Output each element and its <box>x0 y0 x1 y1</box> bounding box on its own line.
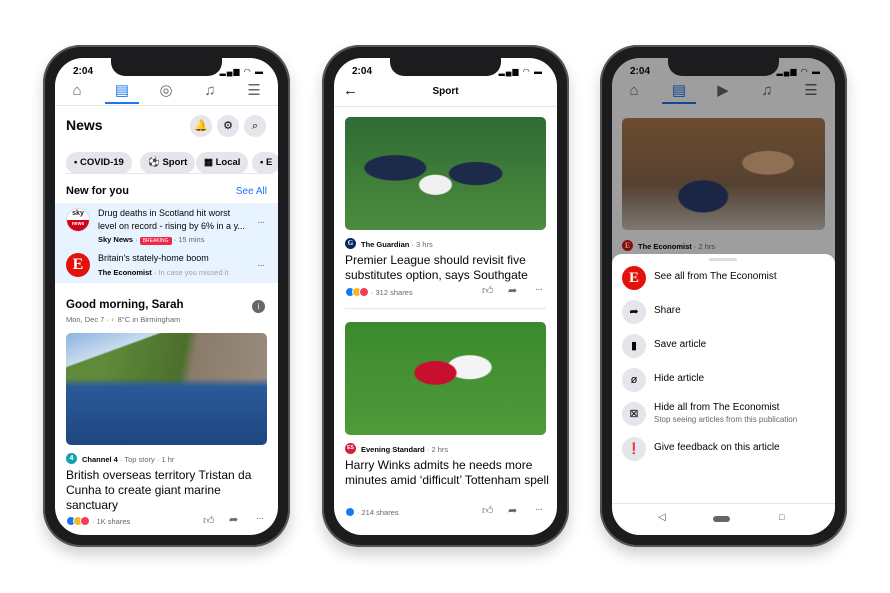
phone-sport: 2:04 ▂▄▆ ◠ ▬ ← Sport G The Guardian · 3 … <box>322 45 569 547</box>
more-icon[interactable]: ··· <box>535 504 543 515</box>
android-back-icon[interactable]: ◁ <box>658 512 666 523</box>
screen: 2:04 ▂▄▆ ◠ ▬ ⌂ ▤ ▶ ♫ ☰ E The Economist ·… <box>612 58 835 535</box>
page-title: News <box>66 117 103 133</box>
info-icon[interactable]: i <box>252 300 265 313</box>
article-image[interactable] <box>345 322 546 435</box>
close-box-icon: ⊠ <box>622 402 646 426</box>
like-icon[interactable]: 👍︎ <box>482 284 494 297</box>
like-icon[interactable]: 👍︎ <box>203 514 215 527</box>
meta: Sky News · BREAKING · 15 mins <box>98 235 205 245</box>
groups-icon[interactable]: ◎ <box>156 82 176 100</box>
greeting-title: Good morning, Sarah <box>66 299 184 311</box>
headline: Drug deaths in Scotland hit worst level … <box>98 208 245 231</box>
screen: 2:04 ▂▄▆ ◠ ▬ ← Sport G The Guardian · 3 … <box>334 58 557 535</box>
list-item[interactable]: sky news Drug deaths in Scotland hit wors… <box>55 203 278 245</box>
menu-icon[interactable]: ☰ <box>244 82 264 100</box>
article-image[interactable] <box>345 117 546 230</box>
chip-covid[interactable]: ▪ COVID-19 <box>66 152 132 174</box>
reactions[interactable]: · 1K shares <box>66 516 130 526</box>
share-icon: ➦ <box>622 300 646 324</box>
share-icon[interactable]: ➦ <box>508 504 517 517</box>
new-for-you-list: sky news Drug deaths in Scotland hit wors… <box>55 203 278 283</box>
more-icon[interactable]: ··· <box>535 284 543 295</box>
channel4-logo: 4 <box>66 453 77 464</box>
more-icon[interactable]: ··· <box>256 513 264 524</box>
reactions[interactable]: · 312 shares <box>345 287 413 297</box>
phone-article-menu: 2:04 ▂▄▆ ◠ ▬ ⌂ ▤ ▶ ♫ ☰ E The Economist ·… <box>600 45 847 547</box>
status-icons: ▂▄▆ ◠ ▬ <box>219 67 264 76</box>
bookmark-icon: ▮ <box>622 334 646 358</box>
section-title: New for you <box>66 185 129 197</box>
gear-icon[interactable]: ⚙ <box>217 115 239 137</box>
bottom-sheet: E See all from The Economist ➦ Share ▮ Save… <box>612 254 835 535</box>
economist-logo: E <box>66 253 90 277</box>
hide-icon: ø <box>622 368 646 392</box>
reactions[interactable]: · 214 shares <box>345 507 399 517</box>
meta: The Economist · In case you missed it <box>98 268 229 277</box>
story-image[interactable] <box>66 333 267 445</box>
guardian-logo: G <box>345 238 356 249</box>
menu-hide-all[interactable]: ⊠ Hide all from The Economist Stop seeing … <box>622 402 835 426</box>
menu-see-all[interactable]: E See all from The Economist <box>622 266 835 290</box>
news-icon[interactable]: ▤ <box>112 82 132 100</box>
page-title: Sport <box>432 86 459 97</box>
story-meta: Channel 4 · Top story · 1 hr <box>82 455 175 464</box>
share-icon[interactable]: ➦ <box>229 513 238 526</box>
list-item[interactable]: E Britain's stately-home boom The Econom… <box>55 248 278 283</box>
menu-share[interactable]: ➦ Share <box>622 300 835 324</box>
bell-icon[interactable]: ♫ <box>200 82 220 100</box>
menu-hide[interactable]: ø Hide article <box>622 368 835 392</box>
chip-local[interactable]: ▦ Local <box>196 152 249 174</box>
status-icons: ▂▄▆ ◠ ▬ <box>498 67 543 76</box>
article-meta: The Guardian · 3 hrs <box>361 240 433 249</box>
bell-icon[interactable]: 🔔 <box>190 115 212 137</box>
article-headline[interactable]: Premier League should revisit five subst… <box>345 253 550 283</box>
notch <box>111 58 222 76</box>
phone-news-feed: 2:04 ▂▄▆ ◠ ▬ ⌂ ▤ ◎ ♫ ☰ News 🔔 ⚙ ⌕ ▪ COVI… <box>43 45 290 547</box>
sky-news-logo: sky news <box>66 208 90 232</box>
see-all-link[interactable]: See All <box>236 186 267 197</box>
home-icon[interactable]: ⌂ <box>67 82 87 100</box>
like-icon[interactable]: 👍︎ <box>482 504 494 517</box>
headline: Britain's stately-home boom <box>98 253 209 263</box>
android-recents-icon[interactable]: □ <box>779 512 784 522</box>
status-time: 2:04 <box>352 66 373 77</box>
evening-standard-logo: ES <box>345 443 356 454</box>
more-icon[interactable]: ··· <box>257 260 265 271</box>
chip-sport[interactable]: ⚽ Sport <box>140 152 196 174</box>
economist-logo: E <box>622 266 646 290</box>
drag-handle[interactable] <box>709 258 737 261</box>
article-headline[interactable]: Harry Winks admits he needs more minutes… <box>345 458 550 488</box>
screen: 2:04 ▂▄▆ ◠ ▬ ⌂ ▤ ◎ ♫ ☰ News 🔔 ⚙ ⌕ ▪ COVI… <box>55 58 278 535</box>
greeting-date: Mon, Dec 7 · ◐ 8°C in Birmingham <box>66 315 181 324</box>
article-meta: Evening Standard · 2 hrs <box>361 445 449 454</box>
menu-feedback[interactable]: ❗ Give feedback on this article <box>622 437 835 461</box>
active-tab-indicator <box>105 102 139 104</box>
menu-save[interactable]: ▮ Save article <box>622 334 835 358</box>
breaking-badge: BREAKING <box>139 237 172 245</box>
feedback-icon: ❗ <box>622 437 646 461</box>
more-icon[interactable]: ··· <box>257 217 265 228</box>
android-home-icon[interactable] <box>713 516 730 522</box>
chip-more[interactable]: ▪ E <box>252 152 278 174</box>
search-icon[interactable]: ⌕ <box>244 115 266 137</box>
share-icon[interactable]: ➦ <box>508 284 517 297</box>
status-time: 2:04 <box>73 66 94 77</box>
story-headline[interactable]: British overseas territory Tristan da Cu… <box>66 468 271 513</box>
